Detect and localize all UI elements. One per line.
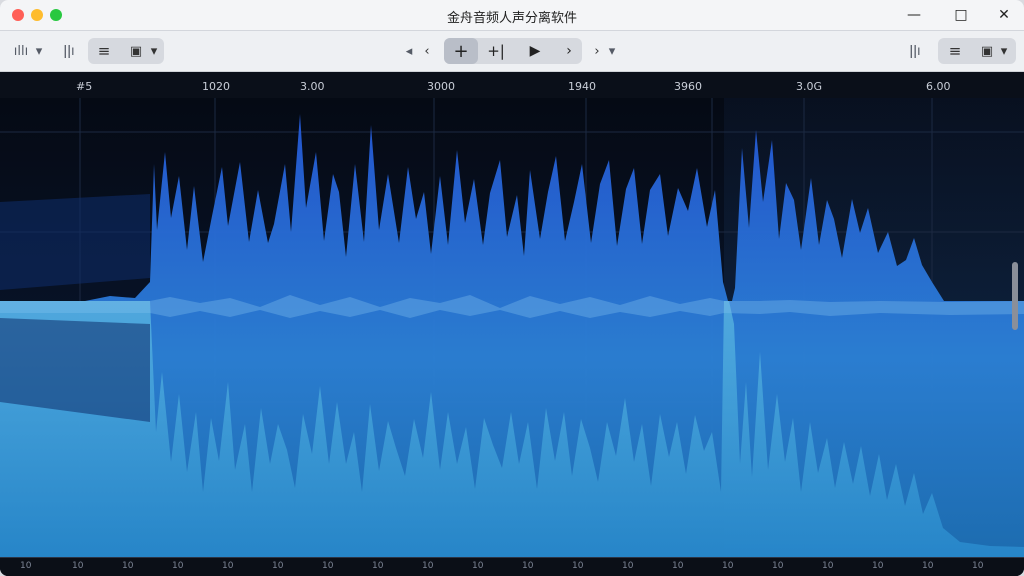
app-window: 金舟音频人声分离软件 — □ ✕ ıllı ▾ ǀǀı ≡ ▣ ▾ ◂ ‹ + … [0, 0, 1024, 576]
plus-icon[interactable]: + [452, 39, 470, 63]
maximize-icon[interactable]: □ [951, 6, 971, 24]
bottom-ruler-label: 10 [272, 561, 284, 571]
bottom-ruler-label: 10 [472, 561, 484, 571]
bottom-ruler-label: 10 [122, 561, 134, 571]
bottom-ruler-label: 10 [622, 561, 634, 571]
minimize-icon[interactable]: — [904, 6, 924, 24]
split-icon[interactable]: +| [484, 39, 508, 63]
bottom-ruler-label: 10 [20, 561, 32, 571]
close-icon[interactable]: ✕ [994, 6, 1014, 24]
bottom-ruler-label: 10 [872, 561, 884, 571]
layout-icon[interactable]: ▣ [124, 39, 148, 63]
list-icon-right[interactable]: ≡ [944, 39, 966, 63]
bottom-ruler-label: 10 [722, 561, 734, 571]
window-title: 金舟音频人声分离软件 [446, 11, 577, 26]
skip-back-icon[interactable]: ◂ [402, 39, 416, 63]
audio-viewport[interactable]: #5 1020 3.00 3000 1940 3960 3.0G 6.00 0/… [0, 72, 1024, 576]
bottom-ruler-label: 10 [672, 561, 684, 571]
waveform-left-band [0, 194, 150, 290]
bottom-ruler-label: 10 [422, 561, 434, 571]
play-icon[interactable]: ▶ [526, 39, 544, 63]
bottom-ruler-label: 10 [72, 561, 84, 571]
bottom-ruler-label: 10 [772, 561, 784, 571]
chevron-down-icon[interactable]: ▾ [34, 39, 44, 63]
bottom-ruler-label: 10 [822, 561, 834, 571]
bottom-ruler-label: 10 [922, 561, 934, 571]
waveform-icon[interactable]: ıllı [12, 39, 30, 63]
list-icon[interactable]: ≡ [92, 39, 116, 63]
chevron-down-icon-4[interactable]: ▾ [998, 39, 1010, 63]
bottom-ruler-label: 10 [372, 561, 384, 571]
title-bar: 金舟音频人声分离软件 — □ ✕ [0, 0, 1024, 31]
bottom-ruler-label: 10 [322, 561, 334, 571]
vertical-scrollbar[interactable] [1012, 262, 1018, 330]
chevron-left-icon[interactable]: ‹ [420, 39, 434, 63]
waveform-visualization [0, 98, 1024, 557]
toolbar: ıllı ▾ ǀǀı ≡ ▣ ▾ ◂ ‹ + +| ▶ › › ▾ ǀǀı ≡ … [0, 31, 1024, 72]
bottom-ruler-label: 10 [222, 561, 234, 571]
bottom-ruler-label: 10 [172, 561, 184, 571]
chevron-down-icon-3[interactable]: ▾ [606, 39, 618, 63]
bottom-ruler: 10 10 10 10 10 10 10 10 10 10 10 10 10 1… [0, 557, 1024, 576]
bars-icon[interactable]: ǀǀı [60, 39, 78, 63]
chevron-right-icon[interactable]: › [560, 39, 578, 63]
bottom-ruler-label: 10 [972, 561, 984, 571]
skip-forward-icon[interactable]: › [590, 39, 604, 63]
bottom-ruler-label: 10 [522, 561, 534, 571]
bottom-ruler-label: 10 [572, 561, 584, 571]
bars-icon-right[interactable]: ǀǀı [906, 39, 924, 63]
chevron-down-icon-2[interactable]: ▾ [148, 39, 160, 63]
layout-icon-right[interactable]: ▣ [976, 39, 998, 63]
